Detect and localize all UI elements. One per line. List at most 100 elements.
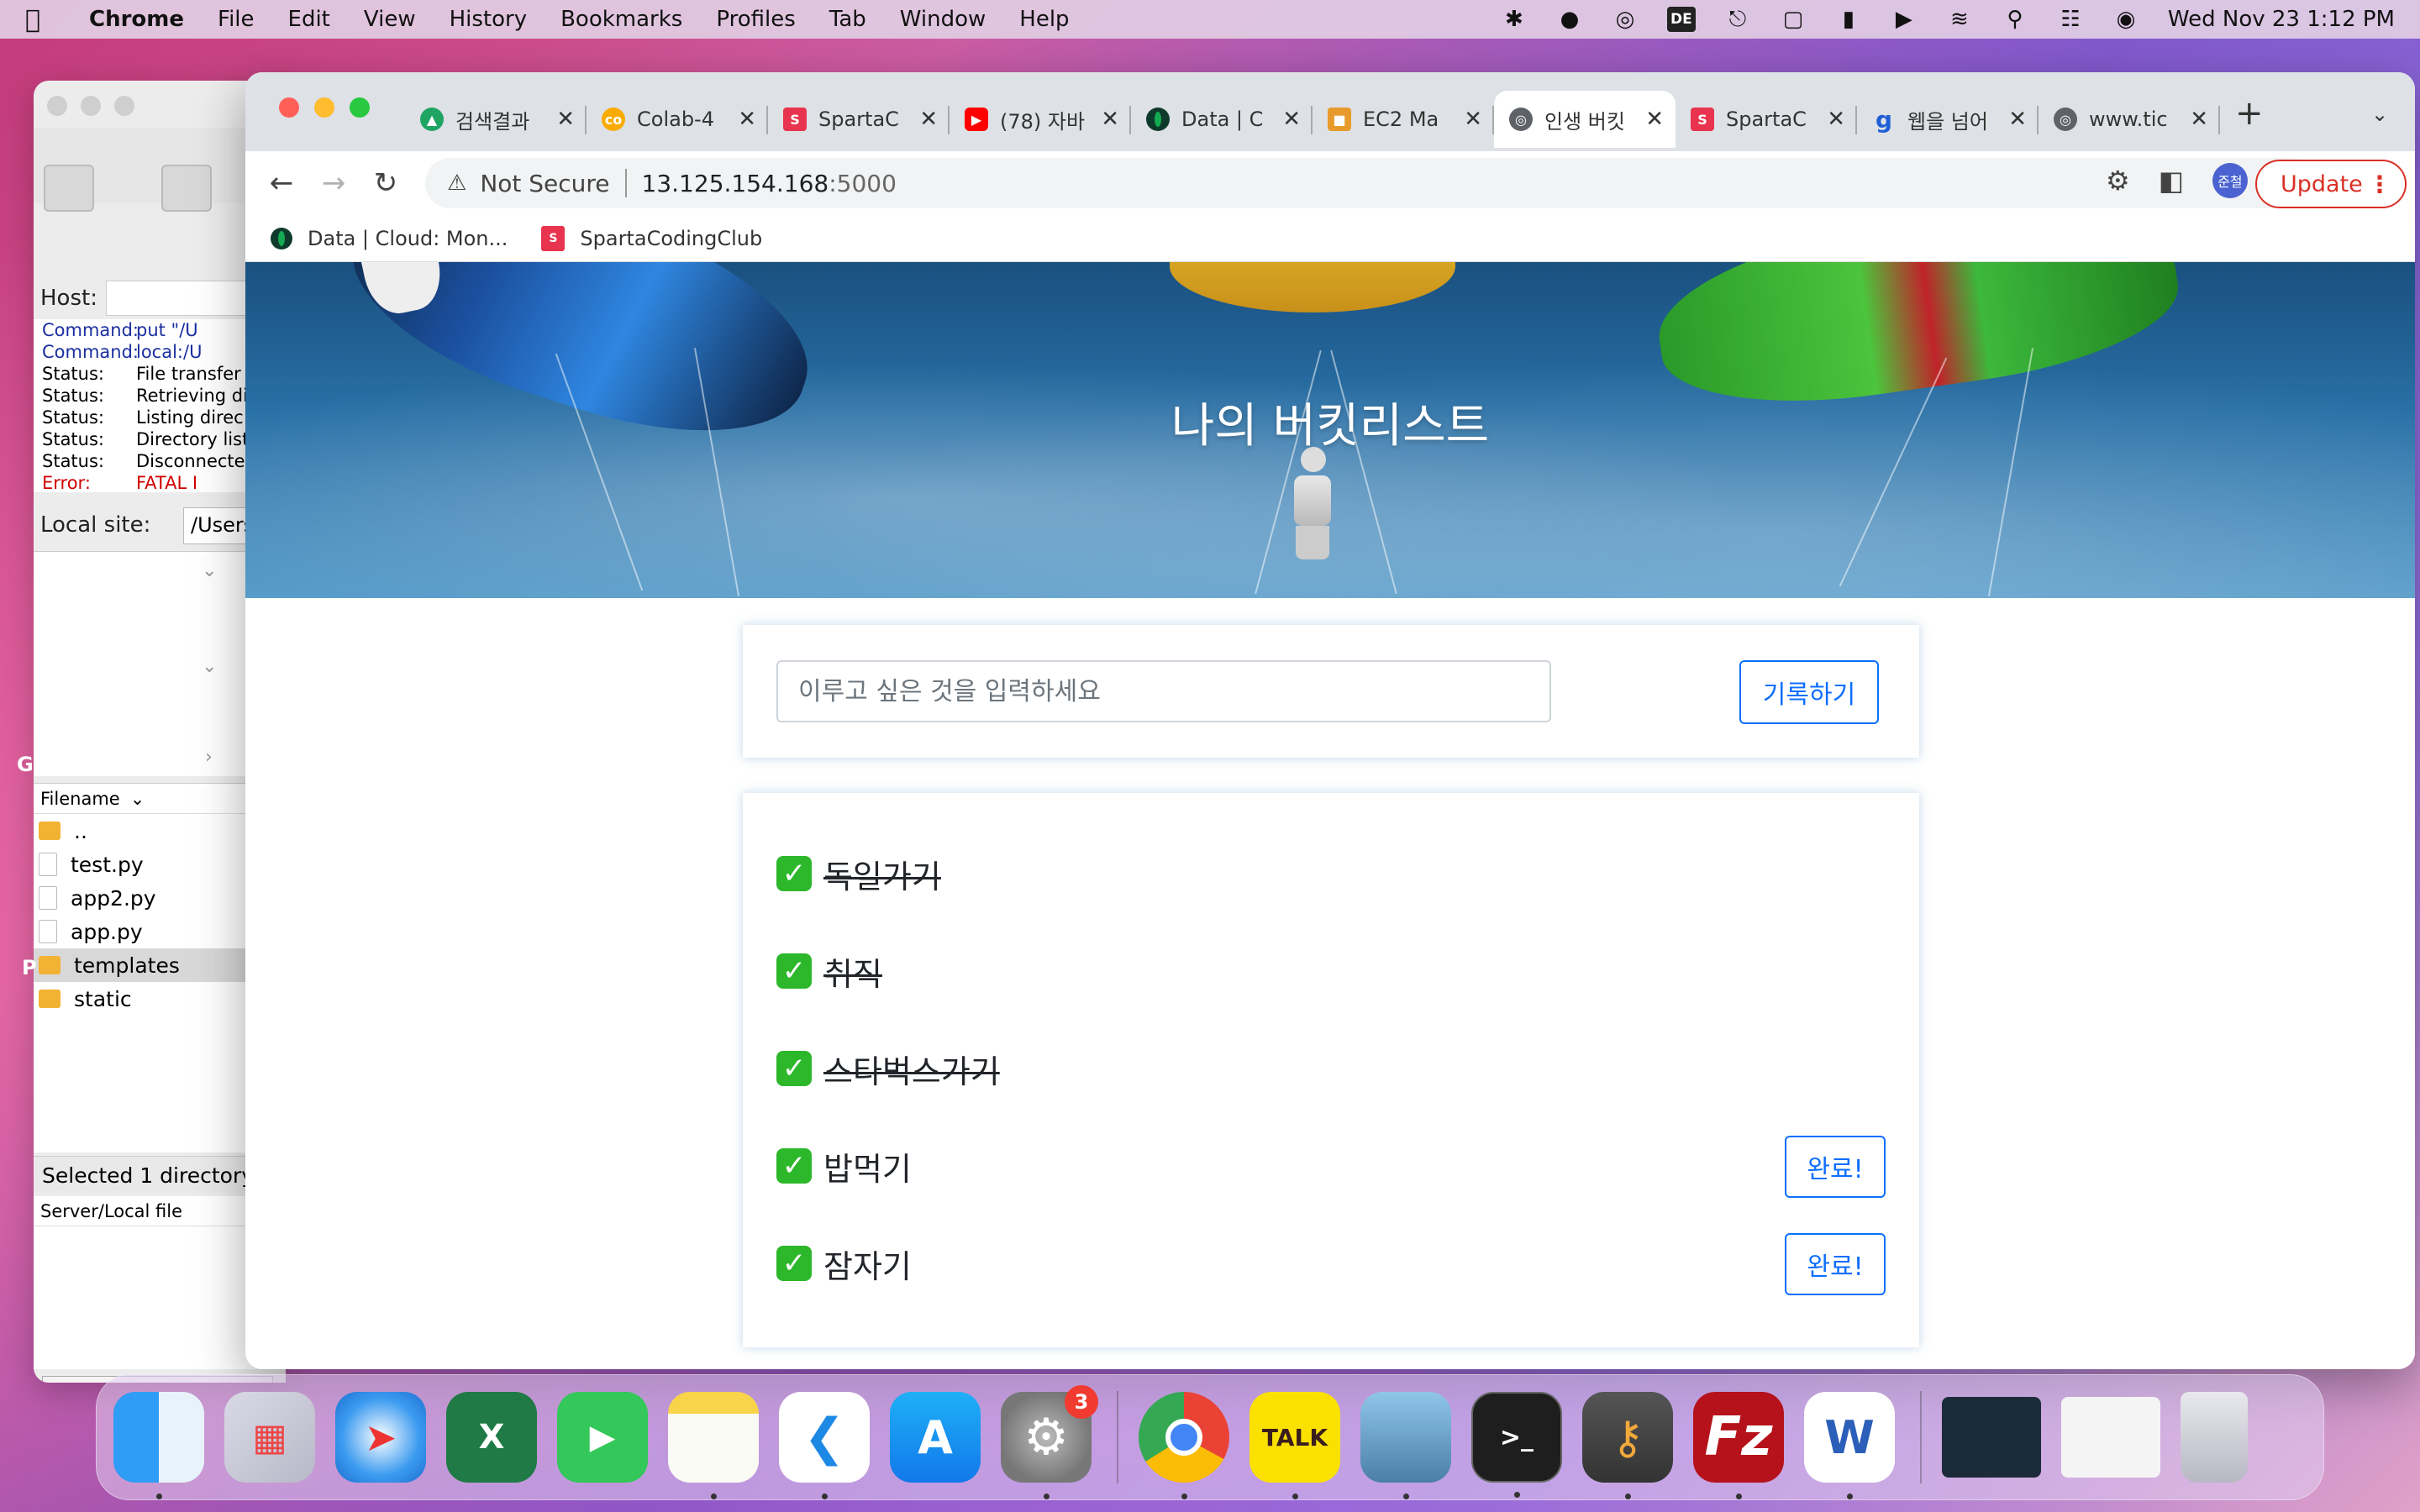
close-tab-icon[interactable]: ✕ bbox=[1464, 107, 1482, 132]
excel-icon[interactable]: X bbox=[446, 1392, 537, 1483]
input-source-icon[interactable]: DE bbox=[1666, 7, 1696, 32]
notes-icon[interactable] bbox=[668, 1392, 759, 1499]
vscode-icon[interactable]: ❮ bbox=[779, 1392, 870, 1499]
close-tab-icon[interactable]: ✕ bbox=[1282, 107, 1301, 132]
address-bar[interactable]: ⚠ Not Secure 13.125.154.168:5000 ⇧ ☆ bbox=[425, 158, 2316, 208]
kakaotalk-icon[interactable]: TALK bbox=[1249, 1392, 1340, 1499]
tab-title: Colab-4 bbox=[637, 108, 714, 131]
security-status[interactable]: Not Secure bbox=[480, 170, 609, 197]
extensions-puzzle-icon[interactable]: ⚙ bbox=[2106, 165, 2130, 197]
bookmark-item[interactable]: Data | Cloud: Mon... bbox=[271, 227, 508, 250]
new-tab-plus-icon[interactable]: + bbox=[2235, 94, 2264, 133]
app-store-icon[interactable]: A bbox=[890, 1392, 981, 1483]
menu-help[interactable]: Help bbox=[1019, 7, 1069, 32]
tab-title: SpartaC bbox=[1726, 108, 1807, 131]
close-tab-icon[interactable]: ✕ bbox=[738, 107, 756, 132]
menu-history[interactable]: History bbox=[450, 7, 528, 32]
close-tab-icon[interactable]: ✕ bbox=[1101, 107, 1119, 132]
tab-title: (78) 자바 bbox=[1000, 109, 1086, 134]
terminal-icon[interactable]: >_ bbox=[1471, 1392, 1562, 1498]
menubar-clock[interactable]: Wed Nov 23 1:12 PM bbox=[2168, 7, 2395, 32]
close-tab-icon[interactable]: ✕ bbox=[2190, 107, 2208, 132]
browser-tab[interactable]: S SpartaC ✕ bbox=[1676, 91, 1857, 148]
url-host[interactable]: 13.125.154.168 bbox=[642, 170, 829, 197]
finder-icon[interactable] bbox=[113, 1392, 204, 1499]
warning-triangle-icon[interactable]: ⚠ bbox=[447, 171, 466, 196]
minimized-window-thumbnail[interactable] bbox=[1942, 1397, 2041, 1478]
close-window-button[interactable] bbox=[279, 97, 299, 118]
now-playing-icon[interactable]: ▶ bbox=[1891, 7, 1918, 32]
menu-view[interactable]: View bbox=[364, 7, 416, 32]
colab-icon: co bbox=[602, 108, 625, 131]
airpods-icon[interactable]: ⎋ bbox=[1724, 7, 1751, 32]
record-button[interactable]: 기록하기 bbox=[1739, 660, 1879, 724]
message-log-icon[interactable] bbox=[161, 165, 212, 212]
browser-tab[interactable]: ■ EC2 Ma ✕ bbox=[1313, 91, 1494, 148]
chevron-down-icon[interactable]: ⌄ bbox=[202, 656, 217, 677]
bookmark-item[interactable]: S SpartaCodingClub bbox=[541, 225, 762, 251]
menu-edit[interactable]: Edit bbox=[288, 7, 330, 32]
spotlight-search-icon[interactable]: ⚲ bbox=[2002, 7, 2028, 32]
menu-app-name[interactable]: Chrome bbox=[89, 7, 184, 32]
side-panel-icon[interactable]: ◧ bbox=[2159, 165, 2184, 197]
url-port[interactable]: :5000 bbox=[829, 170, 897, 197]
trash-icon[interactable] bbox=[2181, 1392, 2248, 1483]
launchpad-icon[interactable]: ▦ bbox=[224, 1392, 315, 1483]
siri-icon[interactable]: ◉ bbox=[2112, 7, 2139, 32]
site-manager-icon[interactable] bbox=[44, 165, 94, 212]
chat-notification-icon[interactable]: ● bbox=[1556, 7, 1583, 32]
menu-profiles[interactable]: Profiles bbox=[716, 7, 795, 32]
close-tab-icon[interactable]: ✕ bbox=[1827, 107, 1845, 132]
zoom-window-button[interactable] bbox=[350, 97, 370, 118]
facetime-icon[interactable]: ▶ bbox=[557, 1392, 648, 1483]
forward-arrow-icon[interactable]: → bbox=[308, 157, 360, 209]
back-arrow-icon[interactable]: ← bbox=[255, 157, 308, 209]
browser-tab[interactable]: co Colab-4 ✕ bbox=[587, 91, 768, 148]
menu-window[interactable]: Window bbox=[900, 7, 986, 32]
menu-tab[interactable]: Tab bbox=[829, 7, 866, 32]
apple-menu-icon[interactable]:  bbox=[25, 5, 59, 34]
bucket-list-card: ✓ 독일가기 ✓ 취직 ✓ 스타벅스가기 ✓ 밥먹기 완료! ✓ 잠자기 완료! bbox=[743, 793, 1919, 1347]
word-icon[interactable]: W bbox=[1804, 1392, 1895, 1499]
battery-icon[interactable]: ▮ bbox=[1835, 7, 1862, 32]
browser-tab[interactable]: ◎ www.tic ✕ bbox=[2039, 91, 2220, 148]
display-icon[interactable]: ▢ bbox=[1780, 7, 1807, 32]
profile-avatar[interactable]: 준철 bbox=[2212, 163, 2248, 198]
control-center-icon[interactable]: ☷ bbox=[2057, 7, 2084, 32]
close-tab-icon[interactable]: ✕ bbox=[1645, 107, 1664, 132]
zoom-window-button[interactable] bbox=[114, 96, 134, 116]
close-tab-icon[interactable]: ✕ bbox=[556, 107, 575, 132]
browser-tab[interactable]: ▲ 검색결과 ✕ bbox=[405, 91, 587, 148]
filezilla-icon[interactable]: Fz bbox=[1693, 1392, 1784, 1499]
browser-tab[interactable]: S SpartaC ✕ bbox=[768, 91, 950, 148]
keychain-access-icon[interactable]: ⚷ bbox=[1582, 1392, 1673, 1499]
browser-tab[interactable]: Data | C ✕ bbox=[1131, 91, 1313, 148]
close-tab-icon[interactable]: ✕ bbox=[919, 107, 938, 132]
browser-tab[interactable]: ▶ (78) 자바 ✕ bbox=[950, 91, 1131, 148]
chevron-right-icon[interactable]: › bbox=[205, 747, 213, 768]
close-window-button[interactable] bbox=[47, 96, 67, 116]
airdrop-icon[interactable]: ◎ bbox=[1612, 7, 1639, 32]
browser-tab-active[interactable]: ◎ 인생 버킷 ✕ bbox=[1494, 91, 1676, 148]
browser-tab[interactable]: g 웹을 넘어 ✕ bbox=[1857, 91, 2039, 148]
bucket-input[interactable] bbox=[776, 660, 1551, 722]
system-preferences-icon[interactable]: ⚙ 3 bbox=[1001, 1385, 1098, 1499]
bluetooth-icon[interactable]: ✱ bbox=[1501, 7, 1528, 32]
preview-icon[interactable] bbox=[1360, 1392, 1451, 1499]
safari-icon[interactable]: ➤ bbox=[335, 1392, 426, 1483]
chrome-icon[interactable] bbox=[1139, 1392, 1229, 1499]
complete-button[interactable]: 완료! bbox=[1785, 1233, 1886, 1295]
complete-button[interactable]: 완료! bbox=[1785, 1136, 1886, 1198]
tab-search-chevron-icon[interactable]: ⌄ bbox=[2371, 102, 2388, 126]
update-button[interactable]: Update ⋮ bbox=[2255, 160, 2407, 208]
menu-bookmarks[interactable]: Bookmarks bbox=[560, 7, 682, 32]
aws-icon: ■ bbox=[1328, 108, 1351, 131]
wifi-icon[interactable]: ≋ bbox=[1946, 7, 1973, 32]
minimize-window-button[interactable] bbox=[81, 96, 101, 116]
minimize-window-button[interactable] bbox=[314, 97, 334, 118]
close-tab-icon[interactable]: ✕ bbox=[2008, 107, 2027, 132]
reload-icon[interactable]: ↻ bbox=[360, 157, 412, 209]
chevron-down-icon[interactable]: ⌄ bbox=[202, 560, 217, 581]
menu-file[interactable]: File bbox=[218, 7, 255, 32]
minimized-window-thumbnail[interactable] bbox=[2061, 1397, 2160, 1478]
